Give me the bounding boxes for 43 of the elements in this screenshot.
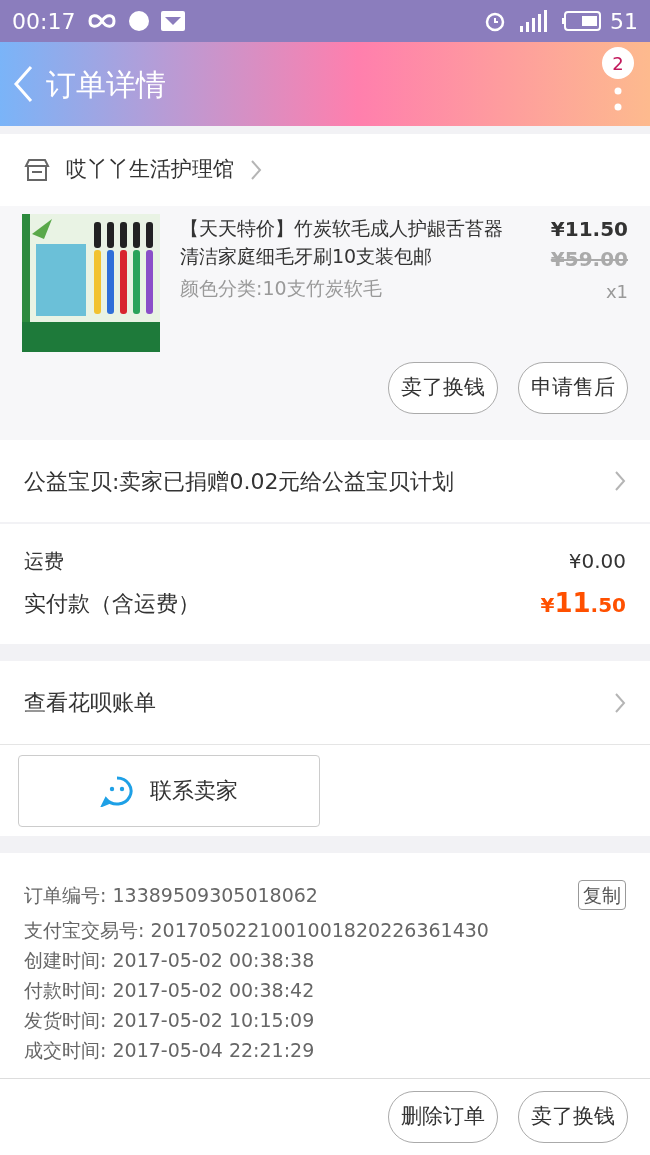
back-icon[interactable] <box>12 64 34 104</box>
clock: 00:17 <box>12 7 76 36</box>
action-button[interactable]: 卖了换钱 <box>518 1091 628 1143</box>
circle-icon <box>129 11 150 31</box>
info-line: 付款时间: 2017-05-02 00:38:42 <box>24 977 315 1003</box>
chevron-right-icon <box>614 470 626 492</box>
shipping-label: 运费 <box>24 547 64 575</box>
info-line: 订单编号: 13389509305018062 <box>24 882 318 908</box>
store-icon <box>24 158 50 182</box>
signal-icon <box>518 10 550 32</box>
notification-badge: 2 <box>602 47 634 79</box>
more-icon[interactable] <box>614 87 622 113</box>
charity-text: 公益宝贝:卖家已捐赠0.02元给公益宝贝计划 <box>24 467 455 496</box>
huabei-row[interactable]: 查看花呗账单 <box>0 661 650 745</box>
chevron-right-icon <box>614 691 626 714</box>
info-line: 创建时间: 2017-05-02 00:38:38 <box>24 947 315 973</box>
huabei-text: 查看花呗账单 <box>24 689 156 717</box>
shop-name: 哎丫丫生活护理馆 <box>66 156 234 184</box>
original-price: ¥59.00 <box>550 246 628 273</box>
paid-label: 实付款（含运费） <box>24 589 200 618</box>
charity-row[interactable]: 公益宝贝:卖家已捐赠0.02元给公益宝贝计划 <box>0 440 650 522</box>
info-line: 成交时间: 2017-05-04 22:21:29 <box>24 1037 315 1063</box>
contact-seller-button[interactable]: 联系卖家 <box>18 754 320 827</box>
quantity: x1 <box>605 280 628 304</box>
product-variant: 颜色分类:10支竹炭软毛 <box>180 276 383 301</box>
smiley-icon <box>100 774 134 807</box>
action-button[interactable]: 申请售后 <box>518 362 628 414</box>
info-line: 支付宝交易号: 2017050221001001820226361430 <box>24 917 489 943</box>
action-button[interactable]: 卖了换钱 <box>388 362 498 414</box>
shipping-fee: ¥0.00 <box>568 547 626 575</box>
copy-button[interactable]: 复制 <box>578 879 626 911</box>
battery-level: 51 <box>610 7 638 36</box>
product-title[interactable]: 【天天特价】竹炭软毛成人护龈舌苔器清洁家庭细毛牙刷10支装包邮 <box>180 214 518 270</box>
battery-icon <box>562 11 602 31</box>
infinity-icon <box>87 13 118 29</box>
page-title: 订单详情 <box>46 65 166 104</box>
alarm-icon <box>484 10 506 32</box>
action-button[interactable]: 删除订单 <box>388 1091 498 1143</box>
info-line: 发货时间: 2017-05-02 10:15:09 <box>24 1007 315 1033</box>
paid-amount: ¥11.50 <box>540 586 626 620</box>
chevron-right-icon <box>250 159 262 181</box>
product-price: ¥11.50 <box>550 216 628 243</box>
shop-row[interactable]: 哎丫丫生活护理馆 <box>0 134 650 206</box>
